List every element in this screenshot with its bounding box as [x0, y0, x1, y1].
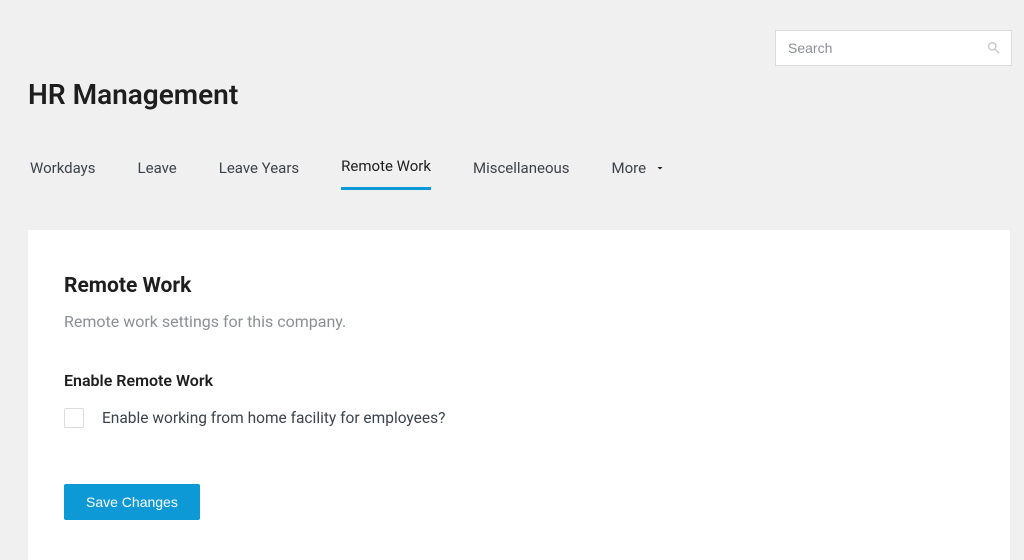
enable-remote-work-checkbox[interactable] [64, 408, 84, 428]
search-input[interactable] [775, 30, 1012, 66]
save-button[interactable]: Save Changes [64, 484, 200, 520]
tab-more[interactable]: More [612, 157, 667, 190]
content-panel: Remote Work Remote work settings for thi… [28, 230, 1010, 560]
page-title: HR Management [0, 66, 1024, 111]
search-wrapper [775, 30, 1012, 66]
tab-leave[interactable]: Leave [138, 157, 177, 190]
checkbox-row: Enable working from home facility for em… [64, 408, 974, 428]
tab-more-label: More [612, 159, 647, 177]
tab-remote-work[interactable]: Remote Work [341, 157, 431, 190]
tabs: Workdays Leave Leave Years Remote Work M… [0, 111, 1024, 190]
section-subtitle: Remote work settings for this company. [64, 312, 974, 331]
tab-leave-years[interactable]: Leave Years [219, 157, 299, 190]
section-title: Remote Work [64, 274, 974, 298]
field-label: Enable Remote Work [64, 371, 974, 390]
tab-miscellaneous[interactable]: Miscellaneous [473, 157, 570, 190]
search-icon [986, 40, 1002, 56]
chevron-down-icon [654, 162, 666, 174]
checkbox-label: Enable working from home facility for em… [102, 409, 445, 427]
tab-workdays[interactable]: Workdays [30, 157, 96, 190]
